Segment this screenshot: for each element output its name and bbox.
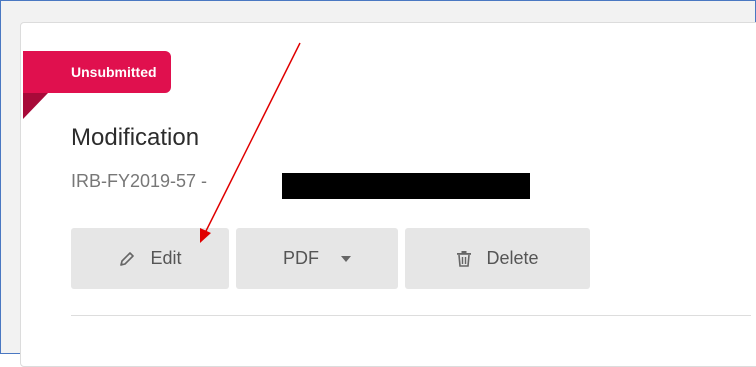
card-divider xyxy=(71,315,751,316)
redacted-text-block xyxy=(282,173,530,199)
edit-button-label: Edit xyxy=(150,248,182,268)
status-badge-ribbon-fold xyxy=(23,93,48,119)
delete-button-label: Delete xyxy=(486,248,539,268)
status-badge: Unsubmitted xyxy=(23,51,171,93)
submission-id: IRB-FY2019-57 - xyxy=(71,171,208,191)
delete-button[interactable]: Delete xyxy=(405,228,590,289)
pdf-button-label: PDF xyxy=(283,248,319,268)
status-badge-label: Unsubmitted xyxy=(71,64,157,80)
pencil-icon xyxy=(118,250,136,268)
chevron-down-icon xyxy=(341,255,351,262)
submission-title: Modification xyxy=(71,124,200,151)
edit-button[interactable]: Edit xyxy=(71,228,229,289)
trash-icon xyxy=(456,250,472,268)
pdf-dropdown-button[interactable]: PDF xyxy=(236,228,398,289)
